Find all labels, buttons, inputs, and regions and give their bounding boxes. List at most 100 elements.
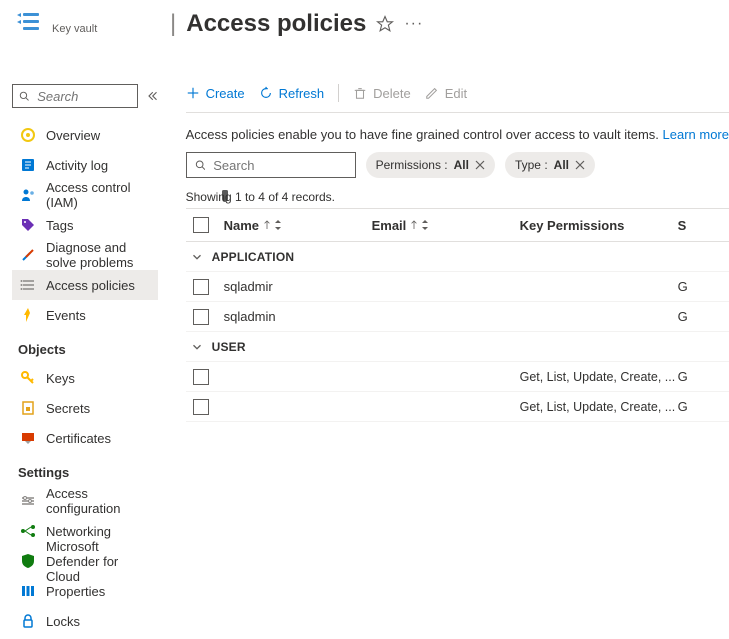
edit-button: Edit — [425, 86, 467, 101]
delete-button: Delete — [353, 86, 411, 101]
sidebar-item-locks[interactable]: Locks — [12, 606, 158, 636]
table-row[interactable]: sqladmin G — [186, 302, 729, 332]
sidebar-item-label: Secrets — [46, 401, 90, 416]
cell-keyperm: Get, List, Update, Create, ... — [520, 370, 670, 384]
table-row[interactable]: Get, List, Update, Create, ... G — [186, 362, 729, 392]
sidebar-item-certificates[interactable]: Certificates — [12, 423, 158, 453]
certificates-icon — [20, 430, 36, 446]
tags-icon — [20, 217, 36, 233]
sidebar-item-label: Keys — [46, 371, 75, 386]
col-header-keyperm[interactable]: Key Permissions — [520, 218, 670, 233]
sidebar-item-access-configuration[interactable]: Access configuration — [12, 486, 158, 516]
sidebar-search-input[interactable] — [35, 88, 130, 105]
events-icon — [20, 307, 36, 323]
sidebar-item-label: Access control (IAM) — [46, 180, 150, 210]
close-icon[interactable] — [475, 160, 485, 170]
select-all-checkbox[interactable] — [193, 217, 209, 233]
resource-type-label: Key vault — [52, 23, 97, 35]
pencil-icon — [425, 86, 439, 100]
sidebar-item-label: Events — [46, 308, 86, 323]
group-label: APPLICATION — [212, 250, 295, 264]
collapse-sidebar-icon[interactable] — [146, 90, 158, 102]
sidebar-search[interactable] — [12, 84, 138, 108]
sidebar-item-microsoft-defender-for-cloud[interactable]: Microsoft Defender for Cloud — [12, 546, 158, 576]
table-header: Name Email Key Permissions S — [186, 208, 729, 242]
locks-icon — [20, 613, 36, 629]
keys-icon — [20, 370, 36, 386]
description: Access policies enable you to have fine … — [186, 127, 729, 142]
sidebar-item-diagnose-and-solve-problems[interactable]: Diagnose and solve problems — [12, 240, 158, 270]
sidebar-item-label: Locks — [46, 614, 80, 629]
refresh-icon — [259, 86, 273, 100]
sidebar-section-header: Objects — [18, 342, 158, 357]
sort-indicator-icon — [275, 220, 281, 230]
table-search-input[interactable] — [211, 157, 346, 174]
delete-label: Delete — [373, 86, 411, 101]
col-header-secretperm[interactable]: S — [678, 218, 690, 233]
col-header-email[interactable]: Email — [372, 218, 512, 233]
sort-indicator-icon — [422, 220, 428, 230]
sidebar-item-access-policies[interactable]: Access policies — [12, 270, 158, 300]
sidebar-item-tags[interactable]: Tags — [12, 210, 158, 240]
properties-icon — [20, 583, 36, 599]
plus-icon — [186, 86, 200, 100]
overview-icon — [20, 127, 36, 143]
table-row[interactable]: Get, List, Update, Create, ... G — [186, 392, 729, 422]
sidebar-item-overview[interactable]: Overview — [12, 120, 158, 150]
iam-icon — [20, 187, 36, 203]
search-icon — [195, 159, 206, 171]
learn-more-link[interactable]: Learn more — [663, 127, 729, 142]
refresh-label: Refresh — [279, 86, 325, 101]
col-header-name[interactable]: Name — [224, 218, 364, 233]
activity-log-icon — [20, 157, 36, 173]
chevron-down-icon — [190, 250, 204, 264]
create-label: Create — [206, 86, 245, 101]
sort-asc-icon — [410, 220, 418, 230]
row-checkbox[interactable] — [193, 309, 209, 325]
sidebar-item-activity-log[interactable]: Activity log — [12, 150, 158, 180]
table-group-row[interactable]: APPLICATION — [186, 242, 729, 272]
networking-icon — [20, 523, 36, 539]
cell-secretperm: G — [678, 399, 690, 414]
sort-asc-icon — [263, 220, 271, 230]
pipe-separator: | — [170, 10, 176, 38]
sidebar-item-label: Activity log — [46, 158, 108, 173]
group-label: USER — [212, 340, 246, 354]
row-checkbox[interactable] — [193, 399, 209, 415]
sidebar-section-header: Settings — [18, 465, 158, 480]
secrets-icon — [20, 400, 36, 416]
refresh-button[interactable]: Refresh — [259, 86, 325, 101]
sidebar-item-label: Properties — [46, 584, 105, 599]
more-menu-icon[interactable]: ··· — [404, 15, 423, 33]
sidebar-item-label: Diagnose and solve problems — [46, 240, 150, 270]
sidebar-item-label: Access configuration — [46, 486, 150, 516]
sidebar-item-secrets[interactable]: Secrets — [12, 393, 158, 423]
table-search[interactable] — [186, 152, 356, 178]
edit-label: Edit — [445, 86, 467, 101]
cell-name: sqladmin — [224, 309, 364, 324]
cell-secretperm: G — [678, 309, 690, 324]
cell-name: sqladmir — [224, 279, 364, 294]
create-button[interactable]: Create — [186, 86, 245, 101]
filter-type-pill[interactable]: Type : All — [505, 152, 595, 178]
table-group-row[interactable]: USER — [186, 332, 729, 362]
cell-secretperm: G — [678, 369, 690, 384]
favorite-star-icon[interactable] — [376, 15, 394, 33]
sidebar-item-label: Overview — [46, 128, 100, 143]
sidebar-item-events[interactable]: Events — [12, 300, 158, 330]
filter-permissions-pill[interactable]: Permissions : All — [366, 152, 495, 178]
access-config-icon — [20, 493, 36, 509]
record-count: Showing 1 to 4 of 4 records. — [186, 190, 729, 204]
search-icon — [19, 90, 29, 102]
sidebar-item-access-control-iam-[interactable]: Access control (IAM) — [12, 180, 158, 210]
trash-icon — [353, 86, 367, 100]
sidebar-item-label: Access policies — [46, 278, 135, 293]
cell-keyperm: Get, List, Update, Create, ... — [520, 400, 670, 414]
row-checkbox[interactable] — [193, 279, 209, 295]
row-checkbox[interactable] — [193, 369, 209, 385]
sidebar-item-keys[interactable]: Keys — [12, 363, 158, 393]
close-icon[interactable] — [575, 160, 585, 170]
table-row[interactable]: sqladmir G — [186, 272, 729, 302]
keyvault-icon — [14, 8, 42, 36]
chevron-down-icon — [190, 340, 204, 354]
